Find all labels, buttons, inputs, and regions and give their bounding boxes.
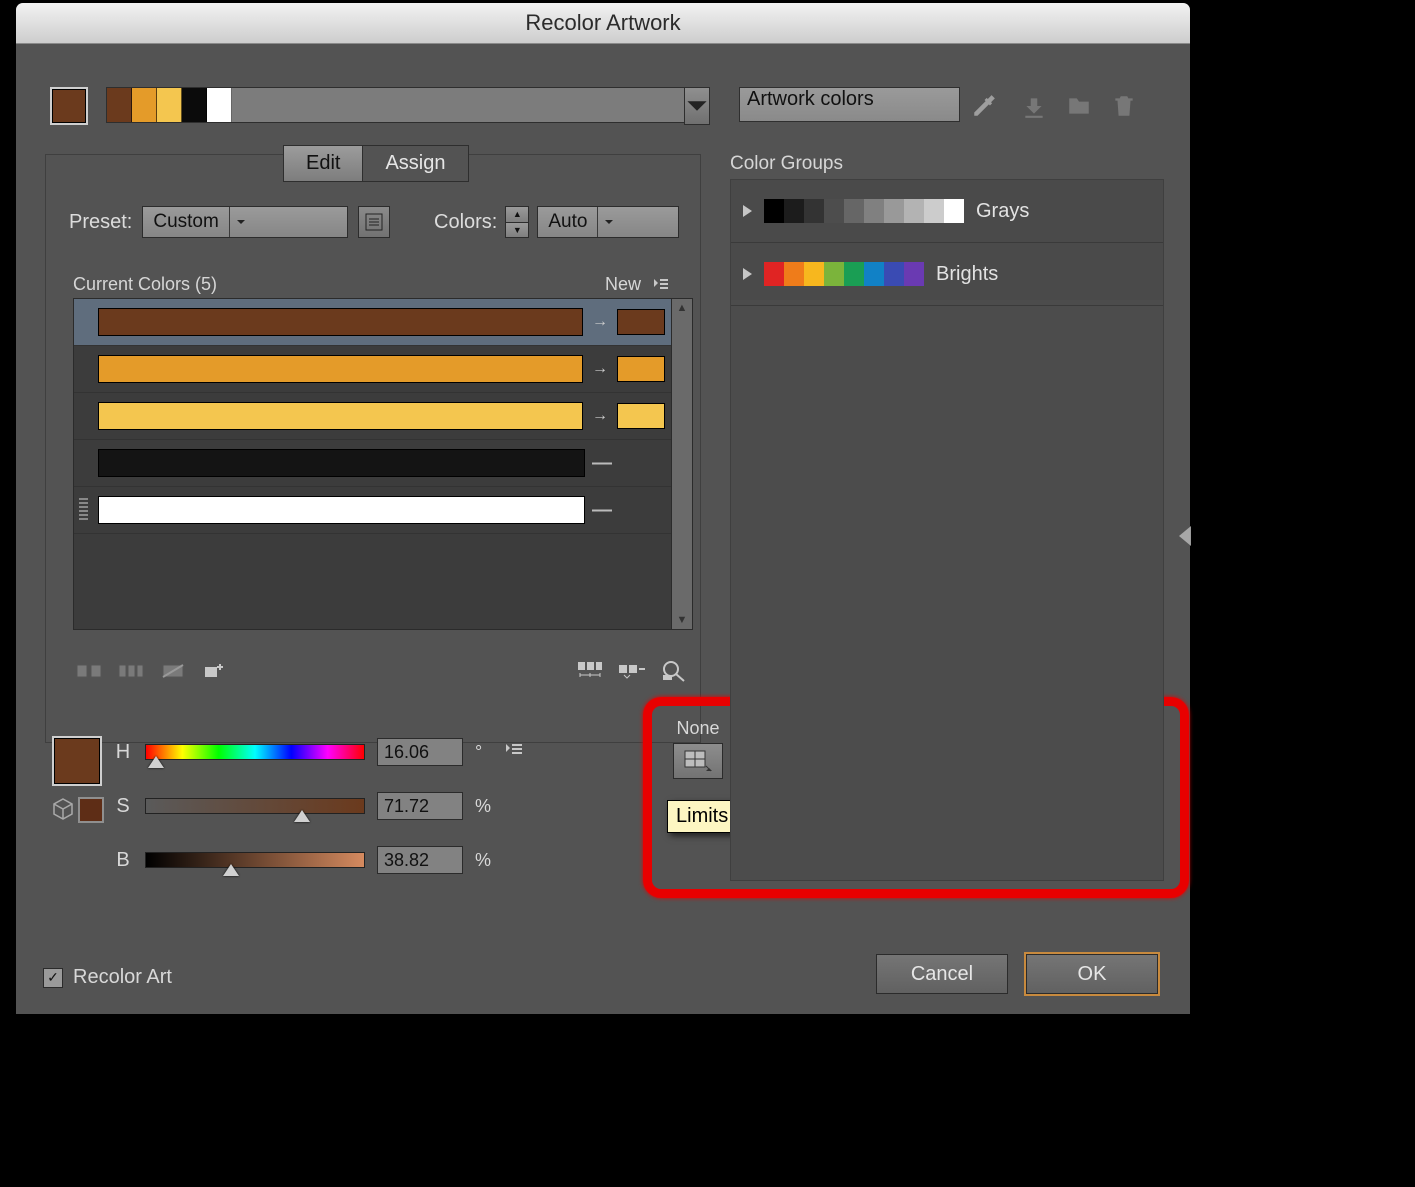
group-swatches	[764, 262, 924, 286]
artwork-colors-strip[interactable]	[106, 87, 686, 123]
new-color-swatch[interactable]	[617, 309, 665, 335]
recolor-art-checkbox[interactable]: ✓ Recolor Art	[43, 966, 172, 989]
color-row[interactable]: →	[74, 393, 671, 440]
artwork-colors-dropdown[interactable]	[684, 87, 710, 125]
color-mode-menu-icon[interactable]	[505, 741, 523, 757]
window-title: Recolor Artwork	[525, 10, 680, 35]
color-row[interactable]: →	[74, 346, 671, 393]
color-row[interactable]: —	[74, 487, 671, 534]
group-name: Brights	[936, 263, 998, 286]
no-map-icon[interactable]: —	[591, 499, 613, 522]
color-groups-title: Color Groups	[730, 153, 843, 175]
group-swatches	[764, 199, 964, 223]
new-row-icon[interactable]	[199, 658, 231, 684]
titlebar: Recolor Artwork	[16, 3, 1190, 44]
new-color-swatch[interactable]	[617, 403, 665, 429]
eyedropper-icon[interactable]	[969, 91, 999, 121]
no-map-icon[interactable]: —	[591, 452, 613, 475]
h-label: H	[113, 741, 133, 764]
tab-assign[interactable]: Assign	[363, 146, 467, 181]
hue-input[interactable]: 16.06	[377, 738, 463, 766]
colors-dropdown[interactable]: Auto	[537, 206, 679, 238]
b-label: B	[113, 849, 133, 872]
map-arrow-icon[interactable]: →	[589, 313, 611, 331]
row-grip-icon[interactable]	[79, 498, 88, 520]
color-group-row[interactable]: Brights	[731, 243, 1163, 306]
colors-stepper[interactable]: ▲▼	[505, 206, 529, 238]
bri-slider[interactable]	[145, 852, 365, 868]
preset-options-icon[interactable]	[358, 206, 390, 238]
merge-icon[interactable]	[73, 658, 105, 684]
ok-button[interactable]: OK	[1026, 954, 1158, 994]
scrollbar[interactable]: ▲▼	[671, 299, 692, 629]
save-group-icon[interactable]	[1019, 91, 1049, 121]
s-label: S	[113, 795, 133, 818]
sat-slider[interactable]	[145, 798, 365, 814]
sat-unit: %	[475, 796, 493, 817]
preserve-tint-icon[interactable]	[616, 658, 648, 684]
cube-icon[interactable]	[52, 798, 74, 820]
map-arrow-icon[interactable]: →	[589, 407, 611, 425]
color-group-name-text: Artwork colors	[747, 88, 874, 110]
expand-icon[interactable]	[743, 205, 752, 217]
mini-swatch[interactable]	[78, 797, 104, 823]
hue-slider[interactable]	[145, 744, 365, 760]
hue-unit: °	[475, 742, 493, 763]
active-color-swatch[interactable]	[50, 87, 88, 125]
bri-input[interactable]: 38.82	[377, 846, 463, 874]
sat-input[interactable]: 71.72	[377, 792, 463, 820]
current-colors-list: → → → —	[73, 298, 693, 630]
bri-unit: %	[475, 850, 493, 871]
color-row[interactable]: →	[74, 299, 671, 346]
hsb-swatch[interactable]	[52, 736, 102, 786]
tab-edit[interactable]: Edit	[284, 146, 363, 181]
folder-icon[interactable]	[1064, 91, 1094, 121]
group-name: Grays	[976, 200, 1029, 223]
recolor-art-label: Recolor Art	[73, 966, 172, 989]
colors-label: Colors:	[434, 211, 497, 234]
preset-label: Preset:	[69, 211, 132, 234]
limit-library-label: None	[665, 718, 731, 739]
trash-icon[interactable]	[1109, 91, 1139, 121]
color-row[interactable]: —	[74, 440, 671, 487]
tint-scale-icon[interactable]	[574, 658, 606, 684]
map-arrow-icon[interactable]: →	[589, 360, 611, 378]
color-group-row[interactable]: Grays	[731, 180, 1163, 243]
expand-icon[interactable]	[743, 268, 752, 280]
exclude-icon[interactable]	[157, 658, 189, 684]
limit-library-button[interactable]	[673, 743, 723, 779]
preset-dropdown[interactable]: Custom	[142, 206, 348, 238]
color-group-name-input[interactable]: Artwork colors	[739, 87, 960, 122]
separate-icon[interactable]	[115, 658, 147, 684]
new-colors-label: New	[605, 274, 641, 295]
color-groups-panel: Grays Brights	[730, 179, 1164, 881]
find-color-icon[interactable]	[658, 658, 690, 684]
current-colors-label: Current Colors (5)	[73, 274, 217, 295]
mode-tabs: Edit Assign	[283, 145, 469, 182]
list-menu-icon[interactable]	[653, 276, 669, 292]
cancel-button[interactable]: Cancel	[876, 954, 1008, 994]
new-color-swatch[interactable]	[617, 356, 665, 382]
panel-collapse-icon[interactable]	[1179, 526, 1191, 546]
recolor-artwork-dialog: Recolor Artwork Artwork colors	[16, 3, 1190, 1013]
